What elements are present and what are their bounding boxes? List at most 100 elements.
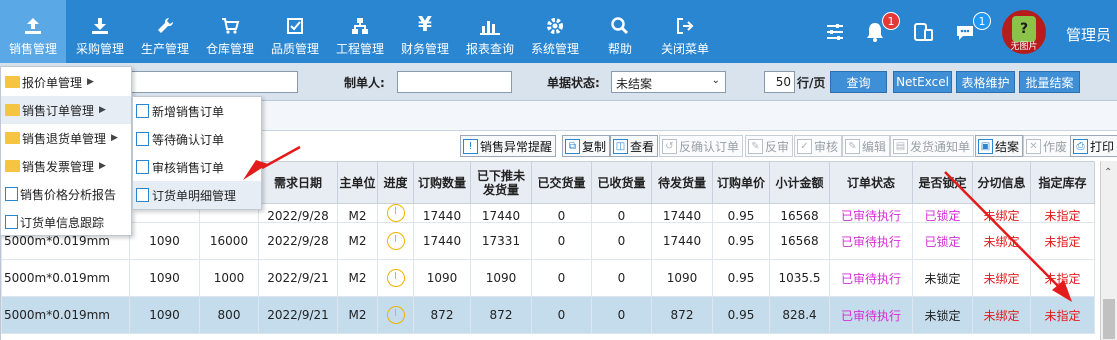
chat-icon[interactable] <box>950 0 980 63</box>
batch-close-button[interactable]: 批量结案 <box>1019 71 1080 93</box>
cell-delivered: 0 <box>531 296 592 334</box>
submenu-item-review-order[interactable]: 审核销售订单 <box>136 153 224 181</box>
unreview-icon: ✎ <box>748 138 763 154</box>
column-header[interactable]: 小计金额 <box>769 161 830 204</box>
column-header[interactable]: 分切信息 <box>972 161 1031 204</box>
void-icon: ✕ <box>1026 138 1041 154</box>
avatar-text: 无图片 <box>1010 41 1038 52</box>
avatar[interactable]: ? 无图片 <box>1000 0 1048 63</box>
nav-help[interactable]: 帮助 <box>590 0 650 63</box>
column-header[interactable]: 指定库存 <box>1030 161 1095 204</box>
copy-button[interactable]: ⧉ 复制 <box>562 135 611 157</box>
bar-chart-icon <box>479 0 501 36</box>
cell-received: 0 <box>591 296 652 334</box>
nav-sales[interactable]: 销售管理 <box>0 0 66 63</box>
query-button[interactable]: 查询 <box>830 71 887 93</box>
view-button[interactable]: ◫ 查看 <box>610 135 659 157</box>
device-icon[interactable] <box>908 0 938 63</box>
cell-spec: 5000m*0.019mm <box>1 259 130 297</box>
column-header[interactable]: 订购单价 <box>712 161 770 204</box>
column-header[interactable]: 需求日期 <box>258 161 338 204</box>
document-icon <box>5 215 18 229</box>
view-icon: ◫ <box>613 138 628 154</box>
column-header[interactable]: 进度 <box>377 161 414 204</box>
column-header[interactable]: 订单状态 <box>829 161 913 204</box>
wrench-icon <box>155 0 175 36</box>
menu-item-sales-order[interactable]: 销售订单管理 ▶ <box>1 96 131 124</box>
progress-cell <box>377 259 414 297</box>
cell-locked: 未锁定 <box>912 259 973 297</box>
rows-per-page-input[interactable]: 50 <box>764 71 795 93</box>
sales-alert-button[interactable]: ! 销售异常提醒 <box>460 135 557 157</box>
unreview-button[interactable]: ✎ 反审 <box>745 135 794 157</box>
folder-icon <box>5 76 20 88</box>
document-icon <box>136 104 149 118</box>
menu-item-sales-return[interactable]: 销售退货单管理 ▶ <box>5 124 118 152</box>
cell-date: 2022/9/21 <box>258 259 338 297</box>
nav-close-menu[interactable]: 关闭菜单 <box>655 0 715 63</box>
unconfirm-icon: ↺ <box>662 138 677 154</box>
nav-warehouse[interactable]: 仓库管理 <box>200 0 260 63</box>
nav-quality[interactable]: 品质管理 <box>265 0 325 63</box>
review-button[interactable]: ✓ 审核 <box>794 135 843 157</box>
edit-button[interactable]: ✎ 编辑 <box>842 135 891 157</box>
submenu-item-new-order[interactable]: 新增销售订单 <box>136 97 224 125</box>
menu-item-sales-invoice[interactable]: 销售发票管理 ▶ <box>5 152 106 180</box>
cell-c1: 1090 <box>129 259 200 297</box>
nav-system[interactable]: 系统管理 <box>525 0 585 63</box>
avatar-image: ? 无图片 <box>1002 9 1046 54</box>
column-header[interactable]: 是否锁定 <box>912 161 973 204</box>
column-header[interactable]: 待发货量 <box>651 161 713 204</box>
cell-c1: 1090 <box>129 222 200 260</box>
submenu-item-pending-confirm[interactable]: 等待确认订单 <box>136 125 224 153</box>
user-name[interactable]: 管理员 <box>1066 24 1111 45</box>
cell-status: 已审待执行 <box>829 203 913 223</box>
nav-reports[interactable]: 报表查询 <box>460 0 520 63</box>
menu-item-quotation[interactable]: 报价单管理 ▶ <box>5 68 94 96</box>
column-header[interactable]: 订购数量 <box>413 161 471 204</box>
nav-finance[interactable]: ¥ 财务管理 <box>395 0 455 63</box>
column-header[interactable]: 已收货量 <box>591 161 652 204</box>
progress-clock-icon <box>386 269 405 287</box>
column-header[interactable]: 主单位 <box>337 161 378 204</box>
progress-cell <box>377 222 414 260</box>
cell-delivered: 0 <box>531 222 592 260</box>
nav-production[interactable]: 生产管理 <box>135 0 195 63</box>
table-row[interactable]: 5000m*0.019mm 1090 16000 2022/9/28 M2 17440 17… <box>1 222 1095 260</box>
cell-price: 0.95 <box>712 259 770 297</box>
status-select[interactable]: 未结案 ⌄ <box>611 71 726 93</box>
cell-stock: 未指定 <box>1030 203 1095 223</box>
cell-amount: 16568 <box>769 222 830 260</box>
print-button[interactable]: ⎙ 打印 <box>1070 135 1117 157</box>
column-header[interactable]: 已下推未发货量 <box>470 161 532 204</box>
creator-input[interactable] <box>397 71 512 93</box>
nav-purchase[interactable]: 采购管理 <box>70 0 130 63</box>
settings-sliders-icon[interactable] <box>820 0 850 63</box>
bell-icon[interactable] <box>860 0 890 63</box>
table-row[interactable]: 5000m*0.019mm 1090 800 2022/9/21 M2 872 872 0 0 8… <box>1 296 1095 334</box>
progress-clock-icon <box>386 232 405 250</box>
close-order-button[interactable]: ▣ 结案 <box>975 135 1024 157</box>
edit-icon: ✎ <box>845 138 860 154</box>
table-row[interactable]: 5000m*0.019mm 1090 1000 2022/9/21 M2 1090 1090… <box>1 259 1095 297</box>
cell-date: 2022/9/21 <box>258 296 338 334</box>
menu-item-order-tracking[interactable]: 订货单信息跟踪 <box>5 208 104 236</box>
void-button[interactable]: ✕ 作废 <box>1023 135 1072 157</box>
netexcel-button[interactable]: NetExcel <box>893 71 952 93</box>
scrollbar-thumb[interactable] <box>1103 299 1115 339</box>
table-maintenance-button[interactable]: 表格维护 <box>956 71 1015 93</box>
submenu-arrow-icon: ▶ <box>87 77 94 87</box>
collapse-icon[interactable]: ⌃ <box>1104 167 1112 178</box>
folder-icon <box>5 132 20 144</box>
column-header[interactable]: 已交货量 <box>531 161 592 204</box>
menu-item-price-analysis[interactable]: 销售价格分析报告 <box>5 180 116 208</box>
shipping-notice-button[interactable]: ▤ 发货通知单 <box>890 135 975 157</box>
nav-engineering[interactable]: 工程管理 <box>330 0 390 63</box>
unconfirm-order-button[interactable]: ↺ 反确认订单 <box>659 135 744 157</box>
notification-badge: 1 <box>882 12 900 30</box>
cell-pushed: 17440 <box>470 203 532 223</box>
filter-input[interactable] <box>130 71 298 93</box>
cell-pushed: 872 <box>470 296 532 334</box>
vertical-scrollbar[interactable]: ⌃ <box>1100 161 1117 340</box>
submenu-item-order-detail[interactable]: 订货单明细管理 <box>133 181 261 209</box>
